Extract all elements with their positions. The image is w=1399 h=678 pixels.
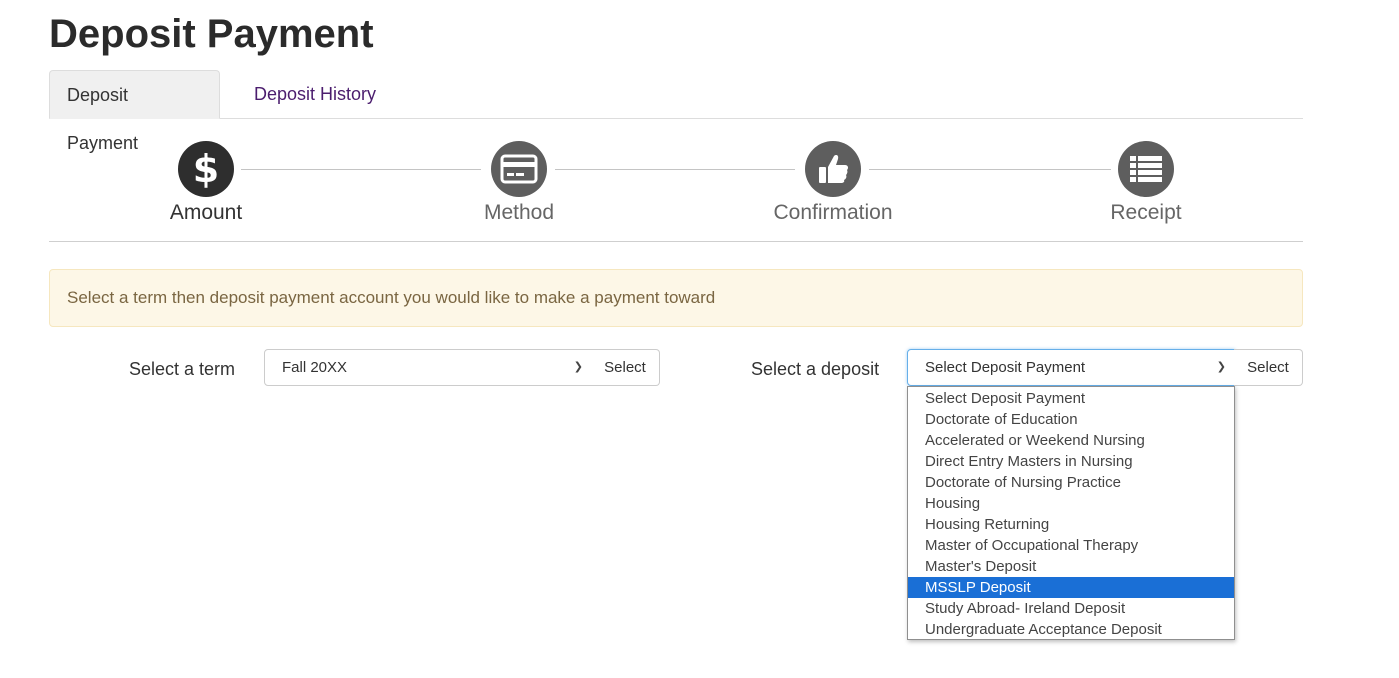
term-select-value: Fall 20XX	[282, 359, 348, 376]
deposit-option[interactable]: Housing	[908, 493, 1234, 514]
chevron-down-icon: ❯	[1216, 361, 1226, 373]
progress-steps: $ Amount Method Confirmation Receipt	[49, 118, 1303, 242]
deposit-option-highlighted[interactable]: MSSLP Deposit	[908, 577, 1234, 598]
deposit-label: Select a deposit	[751, 359, 880, 379]
deposit-option[interactable]: Housing Returning	[908, 514, 1234, 535]
step-amount: $ Amount	[116, 141, 296, 226]
page-title: Deposit Payment	[49, 12, 374, 56]
step-label: Amount	[169, 201, 243, 224]
step-receipt: Receipt	[1056, 141, 1236, 226]
dollar-icon: $	[178, 141, 234, 197]
step-label: Receipt	[1110, 201, 1182, 224]
term-select-button[interactable]: Select	[591, 349, 660, 386]
deposit-option[interactable]: Study Abroad- Ireland Deposit	[908, 598, 1234, 619]
tab-deposit-payment[interactable]: Deposit Payment	[49, 70, 220, 153]
step-method: Method	[429, 141, 609, 226]
deposit-select-value: Select Deposit Payment	[925, 359, 1086, 376]
deposit-option[interactable]: Undergraduate Acceptance Deposit	[908, 619, 1234, 640]
thumbs-up-icon	[805, 141, 861, 197]
instruction-alert: Select a term then deposit payment accou…	[49, 269, 1303, 327]
svg-text:$: $	[193, 149, 219, 189]
tab-deposit-history[interactable]: Deposit History	[237, 70, 393, 118]
step-label: Confirmation	[773, 201, 893, 224]
deposit-select[interactable]: Select Deposit Payment ❯	[907, 349, 1235, 386]
term-select[interactable]: Fall 20XX ❯	[264, 349, 592, 386]
deposit-option[interactable]: Master of Occupational Therapy	[908, 535, 1234, 556]
deposit-option[interactable]: Doctorate of Education	[908, 409, 1234, 430]
credit-card-icon	[491, 141, 547, 197]
deposit-select-button[interactable]: Select	[1234, 349, 1303, 386]
tab-bar: Deposit Payment Deposit History	[49, 70, 1303, 153]
deposit-option[interactable]: Select Deposit Payment	[908, 388, 1234, 409]
deposit-option[interactable]: Master's Deposit	[908, 556, 1234, 577]
step-confirmation: Confirmation	[743, 141, 923, 226]
list-icon	[1118, 141, 1174, 197]
deposit-option[interactable]: Doctorate of Nursing Practice	[908, 472, 1234, 493]
term-label: Select a term	[129, 359, 236, 379]
step-label: Method	[483, 201, 555, 224]
deposit-options-list: Select Deposit Payment Doctorate of Educ…	[907, 386, 1235, 640]
deposit-option[interactable]: Accelerated or Weekend Nursing	[908, 430, 1234, 451]
chevron-down-icon: ❯	[573, 361, 583, 373]
deposit-option[interactable]: Direct Entry Masters in Nursing	[908, 451, 1234, 472]
